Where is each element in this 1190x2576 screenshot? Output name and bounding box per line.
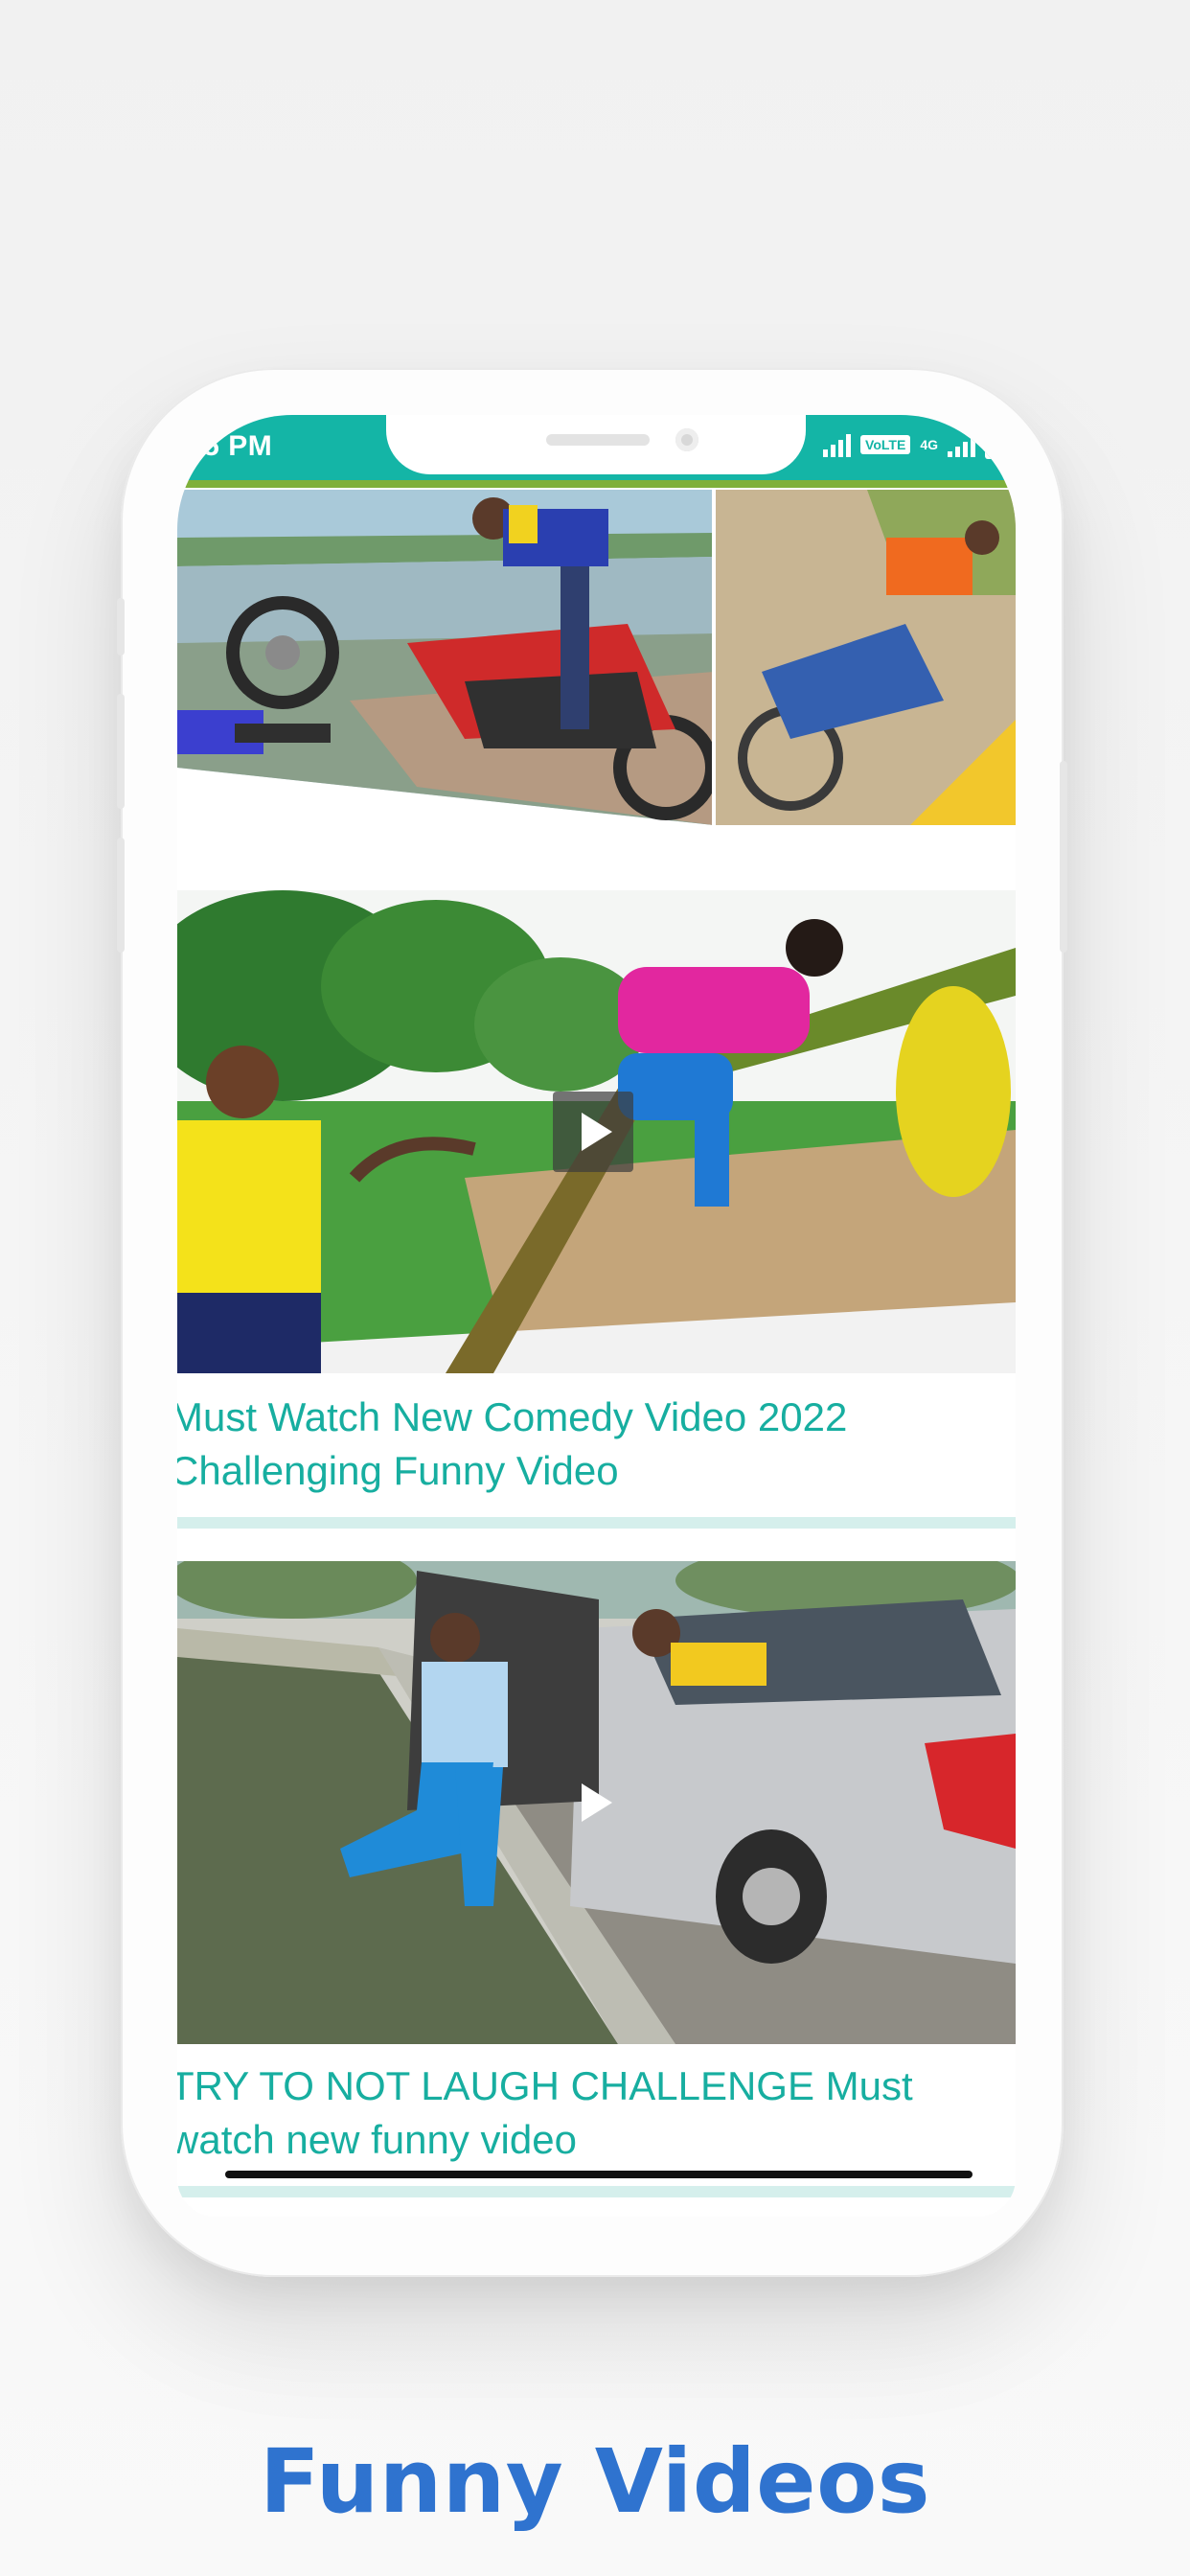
speaker-grille [546, 434, 650, 446]
signal-icon [823, 432, 852, 457]
side-button-power [1060, 761, 1067, 953]
side-button-volume-up [117, 694, 125, 809]
play-button[interactable] [553, 1762, 633, 1843]
home-indicator[interactable] [225, 2171, 973, 2178]
video-title-line1[interactable]: TRY TO NOT LAUGH CHALLENGE Must [177, 2059, 1013, 2113]
video-thumbnail-1[interactable] [177, 890, 1016, 1373]
signal-icon-2 [948, 432, 975, 457]
video-thumbnail-top[interactable] [177, 480, 1016, 825]
network-type-label: 4G [920, 437, 938, 452]
phone-frame: 35 PM VoLTE 4G Must Watch New Comedy Vid… [117, 368, 1067, 2277]
play-icon [582, 1783, 612, 1822]
play-icon [582, 1113, 612, 1151]
list-divider [177, 1517, 1016, 1529]
volte-badge: VoLTE [860, 435, 911, 454]
video-feed[interactable]: Must Watch New Comedy Video 2022 Challen… [177, 480, 1016, 2217]
status-time: 35 PM [187, 430, 273, 462]
side-button-mute [117, 598, 125, 656]
battery-charging-icon [985, 430, 1010, 459]
camera-notch [386, 415, 806, 474]
side-button-volume-down [117, 838, 125, 953]
video-title-line1[interactable]: Must Watch New Comedy Video 2022 [177, 1391, 1013, 1444]
play-button[interactable] [553, 1092, 633, 1172]
video-title-line2[interactable]: watch new funny video [177, 2113, 1013, 2167]
phone-screen: 35 PM VoLTE 4G Must Watch New Comedy Vid… [177, 415, 1016, 2217]
video-thumbnail-2[interactable] [177, 1561, 1016, 2044]
list-divider [177, 2186, 1016, 2197]
video-title-line2[interactable]: Challenging Funny Video [177, 1444, 1013, 1498]
thumbnail-bike-stunt-image [177, 480, 1016, 825]
front-camera [675, 428, 698, 451]
status-icons: VoLTE 4G [823, 430, 1010, 459]
promo-caption: Funny Videos [259, 2430, 931, 2533]
